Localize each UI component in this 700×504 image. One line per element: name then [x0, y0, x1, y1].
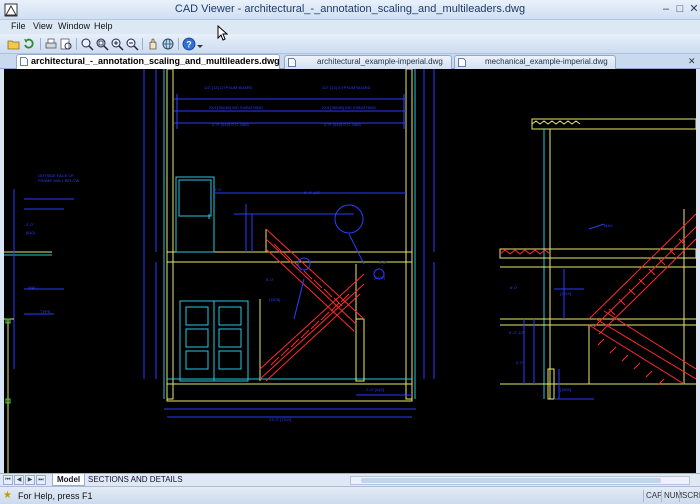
svg-text:[1220]: [1220] — [560, 291, 571, 296]
cap-indicator: CAP — [643, 490, 662, 502]
tab-architectural-annotation[interactable]: architectural_-_annotation_scaling_and_m… — [16, 54, 280, 69]
svg-text:6'-0": 6'-0" — [379, 260, 388, 265]
scrl-indicator: SCRL — [679, 490, 700, 502]
zoom-out-icon[interactable] — [125, 37, 139, 51]
print-preview-icon[interactable] — [59, 37, 73, 51]
svg-text:[610]: [610] — [26, 230, 35, 235]
svg-text:[1830]: [1830] — [560, 387, 571, 392]
refresh-icon[interactable] — [22, 37, 36, 51]
tab-label: architectural_-_annotation_scaling_and_m… — [31, 56, 280, 66]
svg-text:?: ? — [186, 40, 192, 50]
toolbar: ? — [0, 34, 700, 54]
tab-mechanical-example[interactable]: mechanical_example-imperial.dwg — [454, 55, 616, 69]
svg-text:FRAME WALL BELOW: FRAME WALL BELOW — [38, 178, 79, 183]
toolbar-separator — [76, 38, 77, 50]
menu-help[interactable]: Help — [94, 21, 113, 31]
document-icon — [20, 57, 28, 66]
document-tab-bar: architectural_-_annotation_scaling_and_m… — [0, 54, 700, 69]
right-section — [499, 118, 696, 400]
last-layout-button[interactable]: ⏭ — [36, 475, 46, 485]
globe-icon[interactable] — [161, 37, 175, 51]
next-layout-button[interactable]: ▶ — [25, 475, 35, 485]
svg-text:TYPE: TYPE — [40, 309, 51, 314]
right-annotations: MAX 8'-0" [1220] 6'-0" [1830] 6'-0" 1/2" — [509, 223, 613, 392]
svg-text:[1828]: [1828] — [269, 297, 280, 302]
svg-text:[1830]: [1830] — [374, 275, 385, 280]
horizontal-scrollbar[interactable] — [350, 476, 690, 485]
close-button[interactable]: ✕ — [686, 2, 700, 17]
svg-text:2X4 [38X89] WD SHEATHING: 2X4 [38X89] WD SHEATHING — [209, 105, 263, 110]
help-icon[interactable]: ? — [182, 37, 196, 51]
svg-text:3'-0": 3'-0" — [214, 187, 223, 192]
scrollbar-thumb[interactable] — [361, 478, 661, 483]
zoom-window-icon[interactable] — [95, 37, 109, 51]
document-icon — [288, 58, 296, 67]
main-dimensions — [143, 69, 435, 418]
title-bar: CAD Viewer - architectural_-_annotation_… — [0, 0, 700, 20]
menu-bar: File View Window Help — [0, 20, 700, 34]
first-layout-button[interactable]: ⏮ — [3, 475, 13, 485]
drawing-canvas[interactable]: 1/2" [13] GYPSUM BOARD 1/2" [13] GYPSUM … — [4, 69, 696, 473]
status-text: For Help, press F1 — [18, 491, 93, 501]
layout-tab-sections-and-details[interactable]: SECTIONS AND DETAILS — [84, 474, 187, 486]
toolbar-separator — [40, 38, 41, 50]
svg-text:2X4 [38X89] WD SHEATHING: 2X4 [38X89] WD SHEATHING — [322, 105, 376, 110]
mouse-cursor-icon — [217, 25, 229, 41]
prev-layout-button[interactable]: ◀ — [14, 475, 24, 485]
menu-window[interactable]: Window — [58, 21, 90, 31]
svg-text:6'-0": 6'-0" — [516, 360, 525, 365]
svg-text:6'-0": 6'-0" — [266, 277, 275, 282]
right-stair — [588, 213, 696, 386]
print-icon[interactable] — [44, 37, 58, 51]
svg-text:1/2" [13] GYPSUM BOARD: 1/2" [13] GYPSUM BOARD — [204, 85, 253, 90]
close-tab-icon[interactable]: ✕ — [688, 56, 696, 67]
layout-tab-bar: ⏮ ◀ ▶ ⏭ Model SECTIONS AND DETAILS — [0, 473, 700, 486]
star-icon: ★ — [3, 490, 12, 501]
main-section-walls — [163, 69, 416, 410]
menu-file[interactable]: File — [11, 21, 26, 31]
layout-tab-model[interactable]: Model — [52, 474, 86, 486]
window-title: CAD Viewer - architectural_-_annotation_… — [174, 3, 526, 15]
zoom-in-icon[interactable] — [110, 37, 124, 51]
svg-text:MAX: MAX — [604, 223, 613, 228]
svg-text:6'-0" 1/2": 6'-0" 1/2" — [304, 190, 321, 195]
zoom-extents-icon[interactable] — [80, 37, 94, 51]
menu-view[interactable]: View — [33, 21, 52, 31]
pan-icon[interactable] — [146, 37, 160, 51]
toolbar-separator — [178, 38, 179, 50]
svg-text:23'-0" [7010]: 23'-0" [7010] — [269, 417, 291, 422]
svg-text:2'-0": 2'-0" — [26, 222, 35, 227]
svg-text:WALL: WALL — [28, 285, 40, 290]
svg-text:2'-0" [610] O.C. MAX: 2'-0" [610] O.C. MAX — [212, 122, 249, 127]
svg-text:2'-0" [610]: 2'-0" [610] — [366, 387, 384, 392]
tab-label: architectural_example-imperial.dwg — [317, 57, 443, 66]
main-annotations: 1/2" [13] GYPSUM BOARD 1/2" [13] GYPSUM … — [204, 85, 388, 422]
cad-drawing: 1/2" [13] GYPSUM BOARD 1/2" [13] GYPSUM … — [4, 69, 696, 473]
toolbar-separator — [142, 38, 143, 50]
svg-text:6'-0" 1/2": 6'-0" 1/2" — [509, 330, 526, 335]
svg-text:1/2" [13] GYPSUM BOARD: 1/2" [13] GYPSUM BOARD — [322, 85, 371, 90]
left-detail — [4, 189, 74, 473]
status-bar: ★ For Help, press F1 CAP NUM SCRL — [0, 486, 700, 504]
left-annotations: OUTSIDE FACE OF FRAME WALL BELOW 2'-0" [… — [26, 173, 79, 314]
cad-viewer-window: CAD Viewer - architectural_-_annotation_… — [0, 0, 700, 504]
open-icon[interactable] — [7, 37, 21, 51]
document-icon — [458, 58, 466, 67]
toolbar-overflow-icon[interactable] — [196, 37, 204, 51]
svg-text:2'-0" [610] O.C. MAX: 2'-0" [610] O.C. MAX — [324, 122, 361, 127]
tab-architectural-example[interactable]: architectural_example-imperial.dwg — [284, 55, 452, 69]
svg-text:8'-0": 8'-0" — [510, 285, 519, 290]
tab-label: mechanical_example-imperial.dwg — [485, 57, 608, 66]
